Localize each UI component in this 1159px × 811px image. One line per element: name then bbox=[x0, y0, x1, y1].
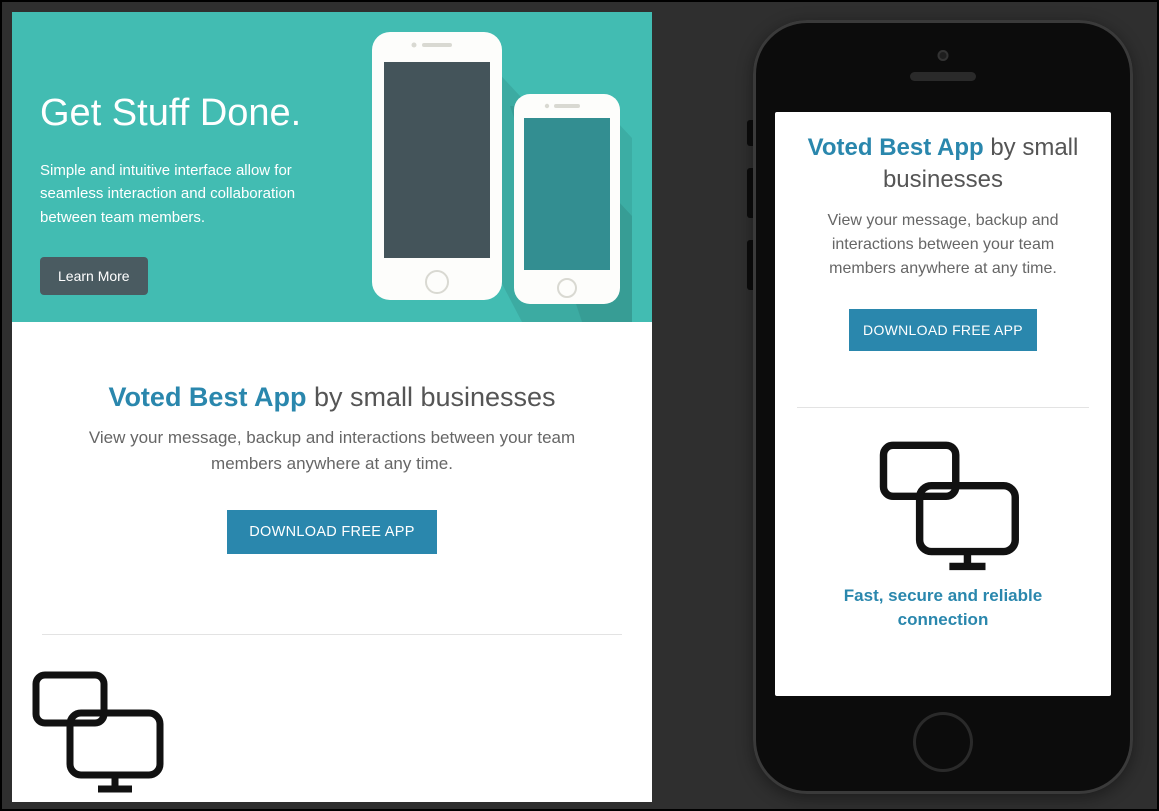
hero-title: Get Stuff Done. bbox=[40, 92, 624, 135]
computers-icon-mobile bbox=[858, 438, 1028, 578]
phone-camera bbox=[938, 50, 949, 61]
voted-heading-accent: Voted Best App bbox=[108, 382, 306, 412]
voted-subtitle-mobile: View your message, backup and interactio… bbox=[797, 209, 1089, 281]
section-divider bbox=[42, 634, 622, 635]
phone-side-button bbox=[747, 240, 753, 290]
voted-section-mobile: Voted Best App by small businesses View … bbox=[775, 112, 1111, 371]
section-divider-mobile bbox=[797, 407, 1089, 408]
voted-section: Voted Best App by small businesses View … bbox=[12, 322, 652, 584]
voted-heading-accent-mobile: Voted Best App bbox=[808, 134, 984, 161]
computers-icon bbox=[12, 669, 172, 799]
download-app-button-mobile[interactable]: DOWNLOAD FREE APP bbox=[849, 309, 1037, 351]
download-app-button[interactable]: DOWNLOAD FREE APP bbox=[227, 510, 436, 554]
hero-subtitle: Simple and intuitive interface allow for… bbox=[40, 159, 340, 229]
mobile-device-frame: Voted Best App by small businesses View … bbox=[753, 20, 1133, 794]
hero-phones-illustration bbox=[332, 26, 632, 322]
learn-more-button[interactable]: Learn More bbox=[40, 257, 148, 295]
voted-heading-mobile: Voted Best App by small businesses bbox=[797, 132, 1089, 197]
phone-earpiece bbox=[910, 72, 976, 81]
voted-subtitle: View your message, backup and interactio… bbox=[72, 425, 592, 476]
mobile-preview-screen: Voted Best App by small businesses View … bbox=[775, 112, 1111, 696]
voted-heading-rest: by small businesses bbox=[306, 382, 555, 412]
hero-section: Get Stuff Done. Simple and intuitive int… bbox=[12, 12, 652, 322]
phone-mute-switch bbox=[747, 120, 753, 146]
feature-title-mobile: Fast, secure and reliable connection bbox=[775, 578, 1111, 632]
phone-home-button[interactable] bbox=[913, 712, 973, 772]
voted-heading: Voted Best App by small businesses bbox=[42, 382, 622, 413]
desktop-preview-pane: Get Stuff Done. Simple and intuitive int… bbox=[12, 12, 652, 802]
